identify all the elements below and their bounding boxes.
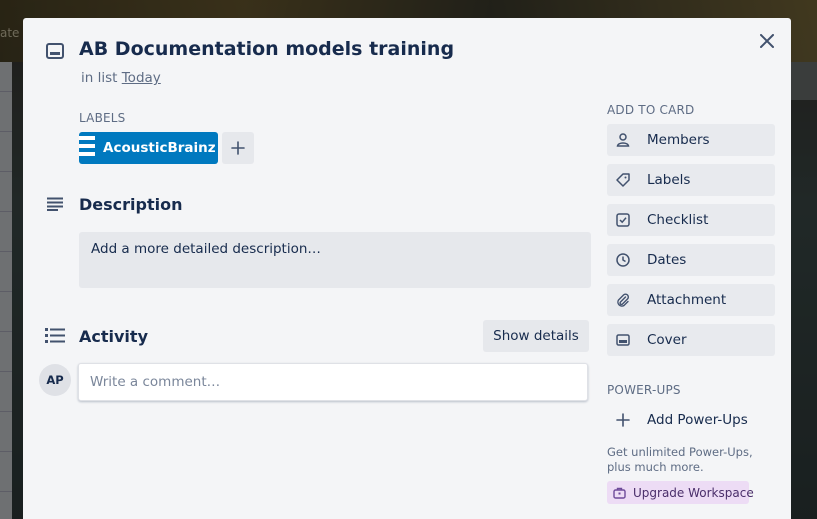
plus-icon xyxy=(231,141,245,155)
card-detail-modal: AB Documentation models training in list… xyxy=(23,18,791,519)
description-editor-placeholder[interactable]: Add a more detailed description… xyxy=(79,232,591,288)
add-to-card-heading: ADD TO CARD xyxy=(607,103,695,117)
plus-icon xyxy=(615,412,631,428)
card-list-info: in list Today xyxy=(81,70,161,86)
upgrade-workspace-label: Upgrade Workspace xyxy=(633,485,754,500)
cover-button[interactable]: Cover xyxy=(607,324,775,356)
checklist-icon xyxy=(615,212,631,228)
cover-icon xyxy=(615,332,631,348)
upsell-line-2: plus much more. xyxy=(607,460,704,474)
paperclip-icon xyxy=(615,292,631,308)
in-list-prefix: in list xyxy=(81,70,118,86)
attachment-label: Attachment xyxy=(647,292,727,308)
comment-input[interactable] xyxy=(78,363,588,401)
upgrade-workspace-button[interactable]: Upgrade Workspace xyxy=(607,481,754,504)
show-details-button[interactable]: Show details xyxy=(483,320,589,352)
label-chip-text: AcousticBrainz xyxy=(103,140,216,156)
members-button[interactable]: Members xyxy=(607,124,775,156)
checklist-button[interactable]: Checklist xyxy=(607,204,775,236)
list-link[interactable]: Today xyxy=(122,70,161,86)
add-power-ups-label: Add Power-Ups xyxy=(647,412,748,428)
activity-icon xyxy=(45,328,65,344)
members-label: Members xyxy=(647,132,710,148)
activity-heading: Activity xyxy=(79,327,148,346)
checklist-label: Checklist xyxy=(647,212,709,228)
power-ups-upsell-text: Get unlimited Power-Ups, plus much more. xyxy=(607,445,777,475)
card-title[interactable]: AB Documentation models training xyxy=(79,38,454,60)
label-stripes-pattern xyxy=(79,132,95,164)
label-chip-acousticbrainz[interactable]: AcousticBrainz xyxy=(79,132,218,164)
person-icon xyxy=(615,132,631,148)
close-icon xyxy=(760,34,774,48)
tag-icon xyxy=(615,172,631,188)
briefcase-icon xyxy=(613,486,626,499)
dates-button[interactable]: Dates xyxy=(607,244,775,276)
add-label-button[interactable] xyxy=(222,132,254,164)
cover-label: Cover xyxy=(647,332,687,348)
labels-label: Labels xyxy=(647,172,691,188)
card-icon xyxy=(45,42,65,60)
power-ups-heading: POWER-UPS xyxy=(607,383,681,397)
labels-heading: LABELS xyxy=(79,111,126,125)
add-power-ups-button[interactable]: Add Power-Ups xyxy=(607,404,775,436)
upsell-line-1: Get unlimited Power-Ups, xyxy=(607,445,753,459)
avatar[interactable]: AP xyxy=(39,364,71,396)
clock-icon xyxy=(615,252,631,268)
close-button[interactable] xyxy=(756,30,778,52)
description-heading: Description xyxy=(79,195,183,214)
attachment-button[interactable]: Attachment xyxy=(607,284,775,316)
dates-label: Dates xyxy=(647,252,687,268)
description-icon xyxy=(45,196,65,212)
labels-button[interactable]: Labels xyxy=(607,164,775,196)
